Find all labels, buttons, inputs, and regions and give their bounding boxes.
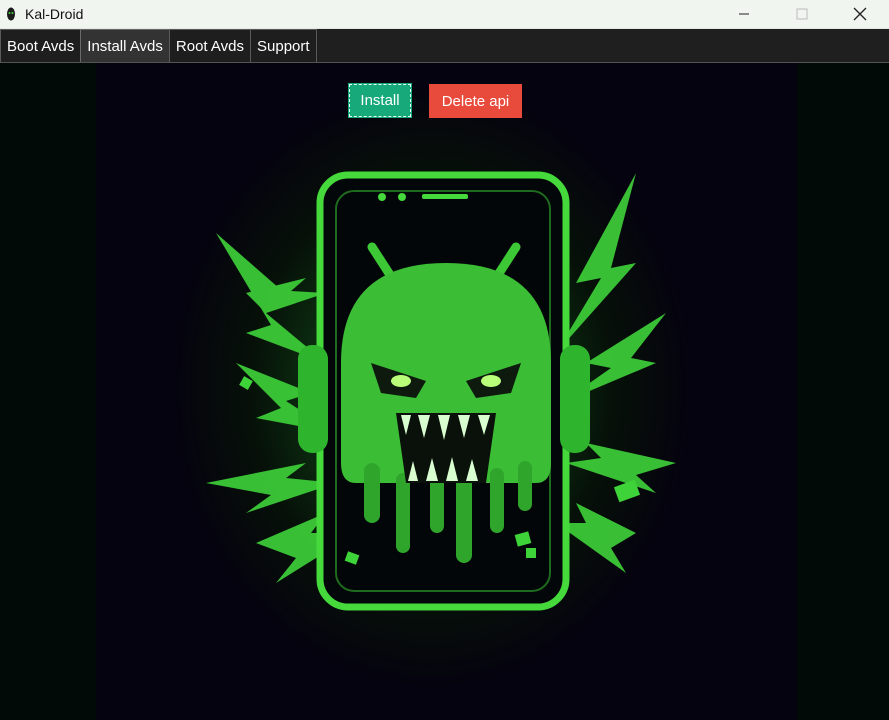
left-backdrop xyxy=(0,63,96,720)
evil-android-phone-icon xyxy=(96,63,797,720)
tab-root-avds[interactable]: Root Avds xyxy=(168,29,251,62)
background-illustration xyxy=(206,171,676,611)
tab-support[interactable]: Support xyxy=(250,29,317,62)
minimize-icon xyxy=(739,13,749,15)
install-avds-panel: Install Delete api xyxy=(0,63,889,720)
tab-bar: Boot Avds Install Avds Root Avds Support xyxy=(0,29,889,63)
close-button[interactable] xyxy=(831,0,889,28)
close-icon xyxy=(853,7,867,21)
maximize-icon xyxy=(796,8,808,20)
right-backdrop xyxy=(797,63,889,720)
minimize-button[interactable] xyxy=(715,0,773,28)
tab-install-avds[interactable]: Install Avds xyxy=(80,29,170,62)
window-title-bar: Kal-Droid xyxy=(0,0,889,29)
app-logo-icon xyxy=(7,7,15,21)
delete-api-button[interactable]: Delete api xyxy=(429,84,522,118)
maximize-button[interactable] xyxy=(773,0,831,28)
install-button[interactable]: Install xyxy=(348,83,412,118)
window-controls xyxy=(715,0,889,28)
window-title: Kal-Droid xyxy=(25,6,84,22)
tab-boot-avds[interactable]: Boot Avds xyxy=(0,29,82,62)
